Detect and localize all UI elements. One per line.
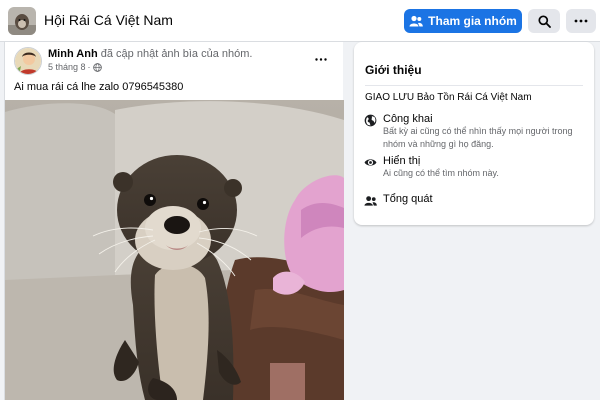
more-options-button[interactable] (566, 9, 596, 33)
globe-icon (92, 62, 102, 72)
post-options-button[interactable] (311, 52, 331, 66)
people-icon (364, 196, 377, 206)
visibility-info: Hiển thị Ai cũng có thể tìm nhóm này. (364, 155, 499, 180)
visibility-title: Hiển thị (383, 155, 421, 167)
group-thumbnail[interactable] (8, 7, 36, 35)
general-info[interactable]: Tổng quát (364, 193, 433, 207)
more-icon (315, 57, 327, 61)
post-meta: 5 tháng 8 · (48, 62, 102, 72)
group-header-bar: Hội Rái Cá Việt Nam Tham gia nhóm (0, 0, 600, 42)
post-author[interactable]: Minh Anh (48, 48, 98, 60)
post-card: Minh Anh đã cập nhật ảnh bìa của nhóm. 5… (4, 42, 344, 400)
search-button[interactable] (528, 9, 560, 33)
globe-icon (364, 114, 377, 127)
privacy-title: Công khai (383, 113, 433, 125)
people-icon (409, 15, 423, 27)
post-action: đã cập nhật ảnh bìa của nhóm. (100, 48, 253, 60)
join-group-label: Tham gia nhóm (428, 14, 517, 28)
post-date[interactable]: 5 tháng 8 (48, 62, 86, 72)
about-title: Giới thiệu (365, 63, 422, 77)
group-description: GIAO LƯU Bảo Tồn Rái Cá Việt Nam (365, 92, 532, 103)
more-icon (574, 19, 588, 23)
eye-icon (364, 159, 377, 166)
avatar[interactable] (14, 47, 42, 75)
post-text: Ai mua rái cá lhe zalo 0796545380 (14, 81, 184, 93)
about-panel: Giới thiệu GIAO LƯU Bảo Tồn Rái Cá Việt … (354, 42, 594, 225)
otter-photo[interactable] (5, 100, 344, 400)
post-author-line: Minh Anh đã cập nhật ảnh bìa của nhóm. (48, 48, 252, 60)
search-icon (537, 14, 551, 28)
privacy-desc: Bất kỳ ai cũng có thể nhìn thấy mọi ngườ… (383, 126, 573, 149)
divider (365, 85, 583, 86)
privacy-info: Công khai Bất kỳ ai cũng có thể nhìn thấ… (364, 113, 594, 151)
group-name[interactable]: Hội Rái Cá Việt Nam (44, 12, 173, 28)
general-title: Tổng quát (383, 193, 433, 205)
visibility-desc: Ai cũng có thể tìm nhóm này. (383, 168, 499, 178)
join-group-button[interactable]: Tham gia nhóm (404, 9, 522, 33)
